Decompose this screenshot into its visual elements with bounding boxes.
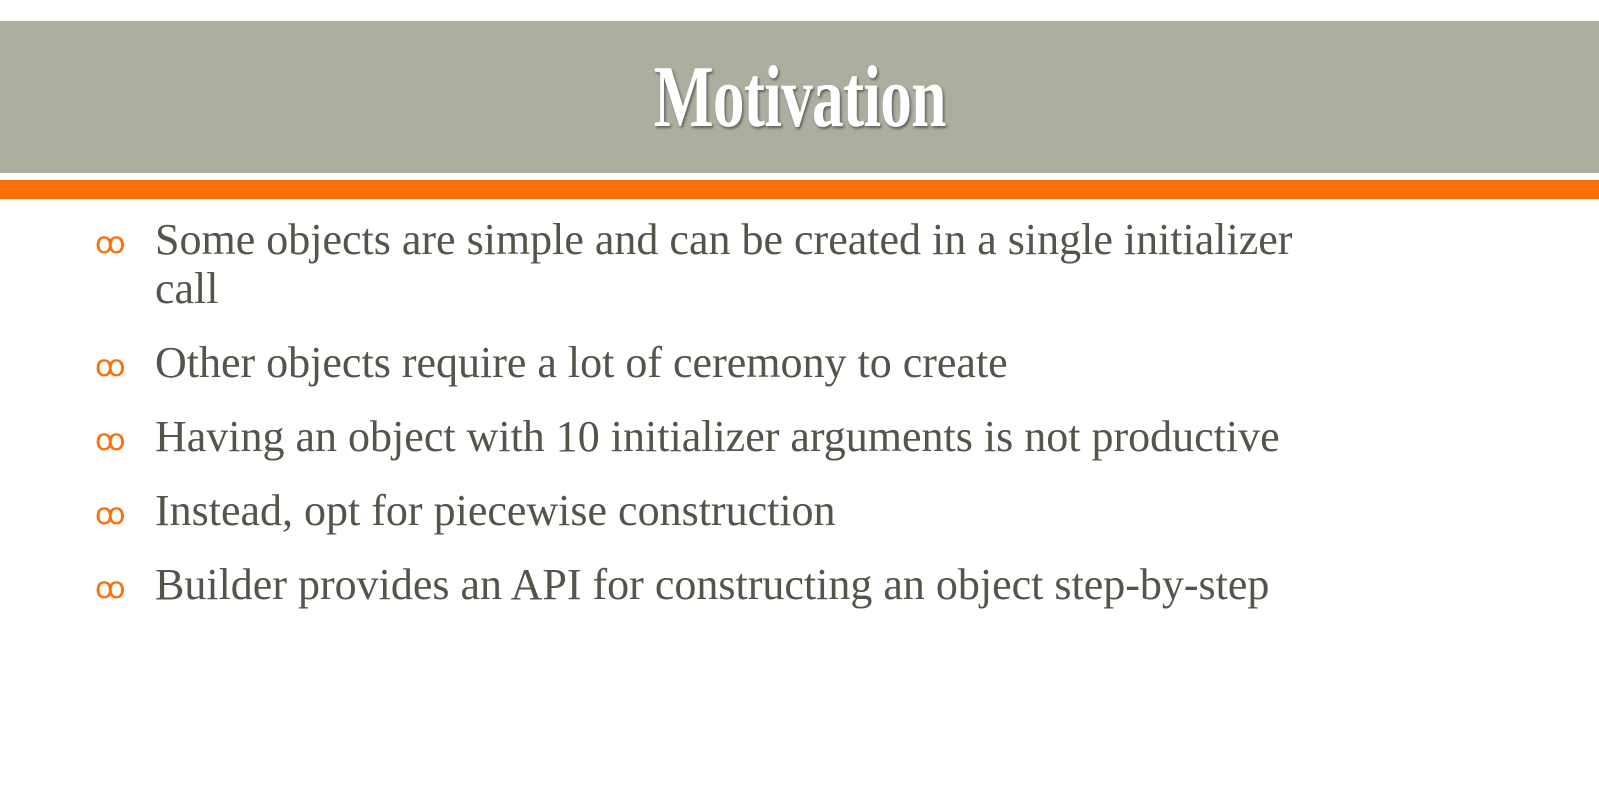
swash-bullet-icon: ꝏ <box>95 227 126 260</box>
bullet-list: ꝏ Some objects are simple and can be crea… <box>0 215 1599 634</box>
swash-bullet-icon: ꝏ <box>95 572 126 605</box>
bullet-text: Other objects require a lot of ceremony … <box>155 338 1008 387</box>
bullet-text: Some objects are simple and can be creat… <box>155 215 1293 313</box>
bullet-item: ꝏ Builder provides an API for constructin… <box>0 560 1599 609</box>
swash-bullet-icon: ꝏ <box>95 498 126 531</box>
slide-title: Motivation <box>653 48 947 146</box>
accent-bar <box>0 180 1599 199</box>
slide-title-container: Motivation <box>0 21 1599 173</box>
bullet-text: Having an object with 10 initializer arg… <box>155 412 1280 461</box>
bullet-text: Builder provides an API for constructing… <box>155 560 1270 609</box>
bullet-item: ꝏ Instead, opt for piecewise construction <box>0 486 1599 535</box>
bullet-item: ꝏ Other objects require a lot of ceremony… <box>0 338 1599 387</box>
bullet-item: ꝏ Some objects are simple and can be crea… <box>0 215 1599 313</box>
swash-bullet-icon: ꝏ <box>95 350 126 383</box>
bullet-item: ꝏ Having an object with 10 initializer ar… <box>0 412 1599 461</box>
bullet-text: Instead, opt for piecewise construction <box>155 486 836 535</box>
swash-bullet-icon: ꝏ <box>95 424 126 457</box>
